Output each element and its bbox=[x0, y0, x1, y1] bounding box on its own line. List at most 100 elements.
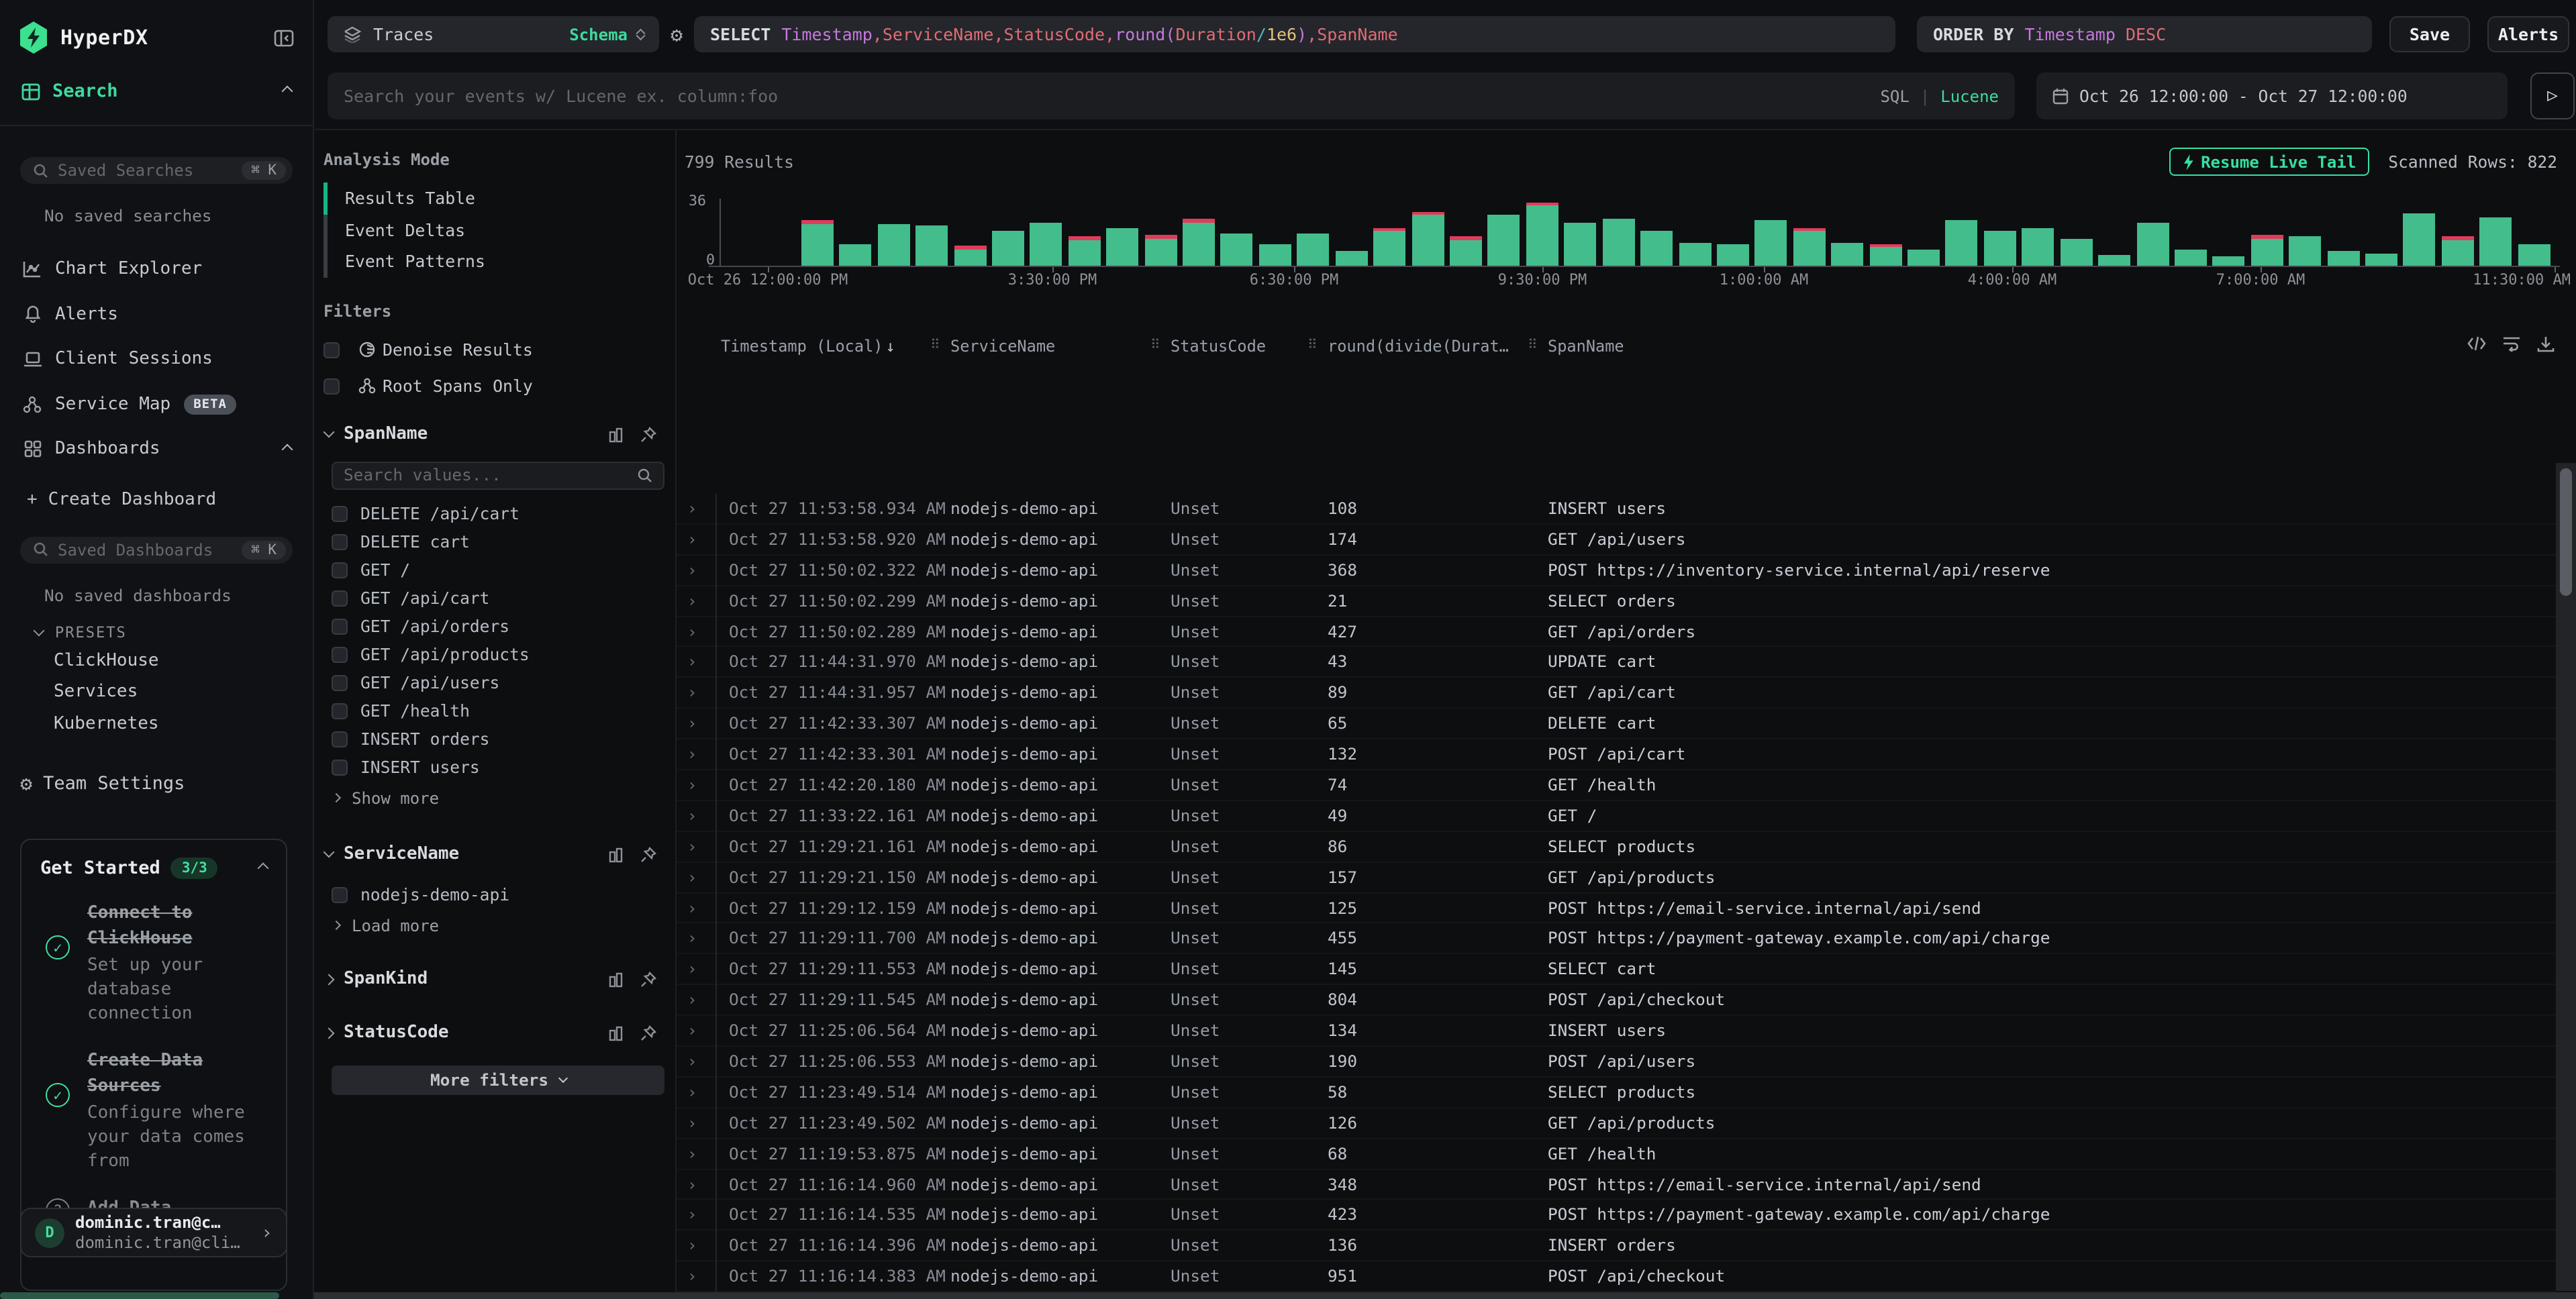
saved-searches-field[interactable] bbox=[58, 161, 242, 180]
create-dashboard-button[interactable]: + Create Dashboard bbox=[0, 480, 313, 520]
histogram-bar[interactable] bbox=[2213, 257, 2245, 266]
section-header[interactable]: ServiceName bbox=[324, 841, 675, 868]
sidebar-item-search[interactable]: Search bbox=[0, 75, 313, 107]
chart-icon[interactable] bbox=[608, 426, 624, 442]
checkbox[interactable] bbox=[332, 888, 347, 903]
expand-row-chevron-icon[interactable]: › bbox=[685, 1139, 717, 1170]
histogram-bar[interactable] bbox=[1069, 237, 1101, 266]
histogram-bar[interactable] bbox=[1640, 231, 1673, 266]
event-search-box[interactable]: SQL | Lucene bbox=[328, 72, 2015, 119]
expand-row-chevron-icon[interactable]: › bbox=[685, 986, 717, 1017]
expand-row-chevron-icon[interactable]: › bbox=[685, 1078, 717, 1108]
histogram-bar[interactable] bbox=[1411, 211, 1444, 266]
histogram-bar[interactable] bbox=[1602, 219, 1634, 266]
mode-event-deltas[interactable]: Event Deltas bbox=[324, 214, 675, 246]
values-search-input[interactable] bbox=[344, 466, 638, 484]
expand-row-chevron-icon[interactable]: › bbox=[685, 739, 717, 770]
date-range-picker[interactable]: Oct 26 12:00:00 - Oct 27 12:00:00 bbox=[2036, 72, 2508, 119]
table-row[interactable]: ›Oct 27 11:19:53.875 AMnodejs-demo-apiUn… bbox=[677, 1139, 2556, 1170]
checkbox[interactable] bbox=[332, 760, 347, 776]
histogram-bar[interactable] bbox=[2060, 239, 2092, 266]
expand-row-chevron-icon[interactable]: › bbox=[685, 1231, 717, 1262]
histogram-bar[interactable] bbox=[1679, 242, 1711, 266]
preset-item-kubernetes[interactable]: Kubernetes bbox=[0, 708, 313, 739]
sidebar-item-dashboards[interactable]: Dashboards bbox=[0, 427, 313, 472]
table-row[interactable]: ›Oct 27 11:50:02.299 AMnodejs-demo-apiUn… bbox=[677, 586, 2556, 617]
filter-value-row[interactable]: GET / bbox=[324, 556, 675, 584]
checkbox[interactable] bbox=[332, 535, 347, 550]
chart-icon[interactable] bbox=[608, 971, 624, 987]
histogram-bar[interactable] bbox=[1869, 244, 1901, 266]
expand-row-chevron-icon[interactable]: › bbox=[685, 862, 717, 893]
checkbox[interactable] bbox=[332, 619, 347, 635]
histogram-bar[interactable] bbox=[992, 231, 1024, 266]
root-spans-toggle[interactable]: Root Spans Only bbox=[324, 372, 675, 399]
histogram-bar[interactable] bbox=[2175, 250, 2207, 266]
table-row[interactable]: ›Oct 27 11:23:49.514 AMnodejs-demo-apiUn… bbox=[677, 1078, 2556, 1108]
filter-value-row[interactable]: GET /api/cart bbox=[324, 584, 675, 613]
denoise-results-toggle[interactable]: Denoise Results bbox=[324, 336, 675, 363]
histogram-bar[interactable] bbox=[1450, 237, 1482, 266]
histogram-bar[interactable] bbox=[1373, 227, 1405, 266]
filter-value-row[interactable]: INSERT orders bbox=[324, 725, 675, 754]
filter-value-row[interactable]: GET /health bbox=[324, 697, 675, 725]
histogram-bar[interactable] bbox=[2022, 227, 2054, 266]
expand-row-chevron-icon[interactable]: › bbox=[685, 556, 717, 586]
table-row[interactable]: ›Oct 27 11:16:14.396 AMnodejs-demo-apiUn… bbox=[677, 1231, 2556, 1262]
table-row[interactable]: ›Oct 27 11:53:58.920 AMnodejs-demo-apiUn… bbox=[677, 525, 2556, 556]
expand-row-chevron-icon[interactable]: › bbox=[685, 1200, 717, 1231]
table-row[interactable]: ›Oct 27 11:29:11.700 AMnodejs-demo-apiUn… bbox=[677, 924, 2556, 955]
column-header-timestamp[interactable]: Timestamp (Local)↓ bbox=[717, 337, 950, 356]
table-row[interactable]: ›Oct 27 11:42:33.307 AMnodejs-demo-apiUn… bbox=[677, 709, 2556, 739]
histogram-bar[interactable] bbox=[1755, 221, 1787, 266]
user-profile-button[interactable]: D dominic.tran@c… dominic.tran@cli… › bbox=[20, 1208, 287, 1257]
expand-row-chevron-icon[interactable]: › bbox=[685, 494, 717, 525]
mode-event-patterns[interactable]: Event Patterns bbox=[324, 246, 675, 277]
saved-searches-input[interactable]: ⌘ K bbox=[20, 157, 293, 184]
histogram-bar[interactable] bbox=[1908, 250, 1940, 266]
preset-item-clickhouse[interactable]: ClickHouse bbox=[0, 645, 313, 676]
histogram-bar[interactable] bbox=[2404, 213, 2436, 266]
get-started-item[interactable]: ✓Create Data SourcesConfigure where your… bbox=[40, 1048, 267, 1174]
histogram-bar[interactable] bbox=[2365, 253, 2397, 266]
checkbox[interactable] bbox=[332, 591, 347, 607]
alerts-button[interactable]: Alerts bbox=[2487, 16, 2569, 52]
table-row[interactable]: ›Oct 27 11:29:21.161 AMnodejs-demo-apiUn… bbox=[677, 832, 2556, 863]
histogram-bar[interactable] bbox=[2327, 251, 2359, 266]
pin-icon[interactable] bbox=[640, 426, 656, 442]
chart-icon[interactable] bbox=[608, 1025, 624, 1041]
get-started-item[interactable]: ✓Connect to ClickHouseSet up your databa… bbox=[40, 900, 267, 1027]
checkbox[interactable] bbox=[332, 676, 347, 691]
table-row[interactable]: ›Oct 27 11:25:06.564 AMnodejs-demo-apiUn… bbox=[677, 1016, 2556, 1047]
table-row[interactable]: ›Oct 27 11:25:06.553 AMnodejs-demo-apiUn… bbox=[677, 1047, 2556, 1078]
section-header[interactable]: StatusCode bbox=[324, 1019, 675, 1046]
histogram-bar[interactable] bbox=[1717, 244, 1749, 266]
pin-icon[interactable] bbox=[640, 1025, 656, 1041]
table-row[interactable]: ›Oct 27 11:44:31.970 AMnodejs-demo-apiUn… bbox=[677, 647, 2556, 678]
expand-row-chevron-icon[interactable]: › bbox=[685, 525, 717, 556]
scrollbar-thumb[interactable] bbox=[2560, 468, 2572, 596]
expand-row-chevron-icon[interactable]: › bbox=[685, 955, 717, 986]
checkbox[interactable] bbox=[324, 378, 340, 394]
drag-handle-icon[interactable]: ⠿ bbox=[1528, 338, 1538, 353]
histogram-bar[interactable] bbox=[840, 244, 872, 266]
table-row[interactable]: ›Oct 27 11:29:11.545 AMnodejs-demo-apiUn… bbox=[677, 986, 2556, 1017]
histogram-bar[interactable] bbox=[2289, 237, 2321, 266]
run-query-button[interactable]: ▷ bbox=[2530, 72, 2575, 119]
download-icon[interactable] bbox=[2537, 335, 2555, 353]
load-more-link[interactable]: Load more bbox=[324, 912, 675, 939]
schema-label[interactable]: Schema bbox=[569, 25, 628, 44]
expand-row-chevron-icon[interactable]: › bbox=[685, 1262, 717, 1292]
expand-row-chevron-icon[interactable]: › bbox=[685, 709, 717, 739]
histogram-bar[interactable] bbox=[2518, 244, 2550, 266]
histogram-bar[interactable] bbox=[1946, 221, 1978, 266]
chevron-up-icon[interactable] bbox=[282, 86, 293, 97]
table-row[interactable]: ›Oct 27 11:42:20.180 AMnodejs-demo-apiUn… bbox=[677, 770, 2556, 801]
expand-row-chevron-icon[interactable]: › bbox=[685, 1108, 717, 1139]
language-toggle[interactable]: SQL | Lucene bbox=[1880, 87, 1999, 105]
wrap-lines-icon[interactable] bbox=[2502, 335, 2521, 353]
histogram-bar[interactable] bbox=[1526, 203, 1558, 266]
expand-row-chevron-icon[interactable]: › bbox=[685, 617, 717, 647]
filter-value-row[interactable]: DELETE cart bbox=[324, 528, 675, 556]
chart-icon[interactable] bbox=[608, 846, 624, 862]
